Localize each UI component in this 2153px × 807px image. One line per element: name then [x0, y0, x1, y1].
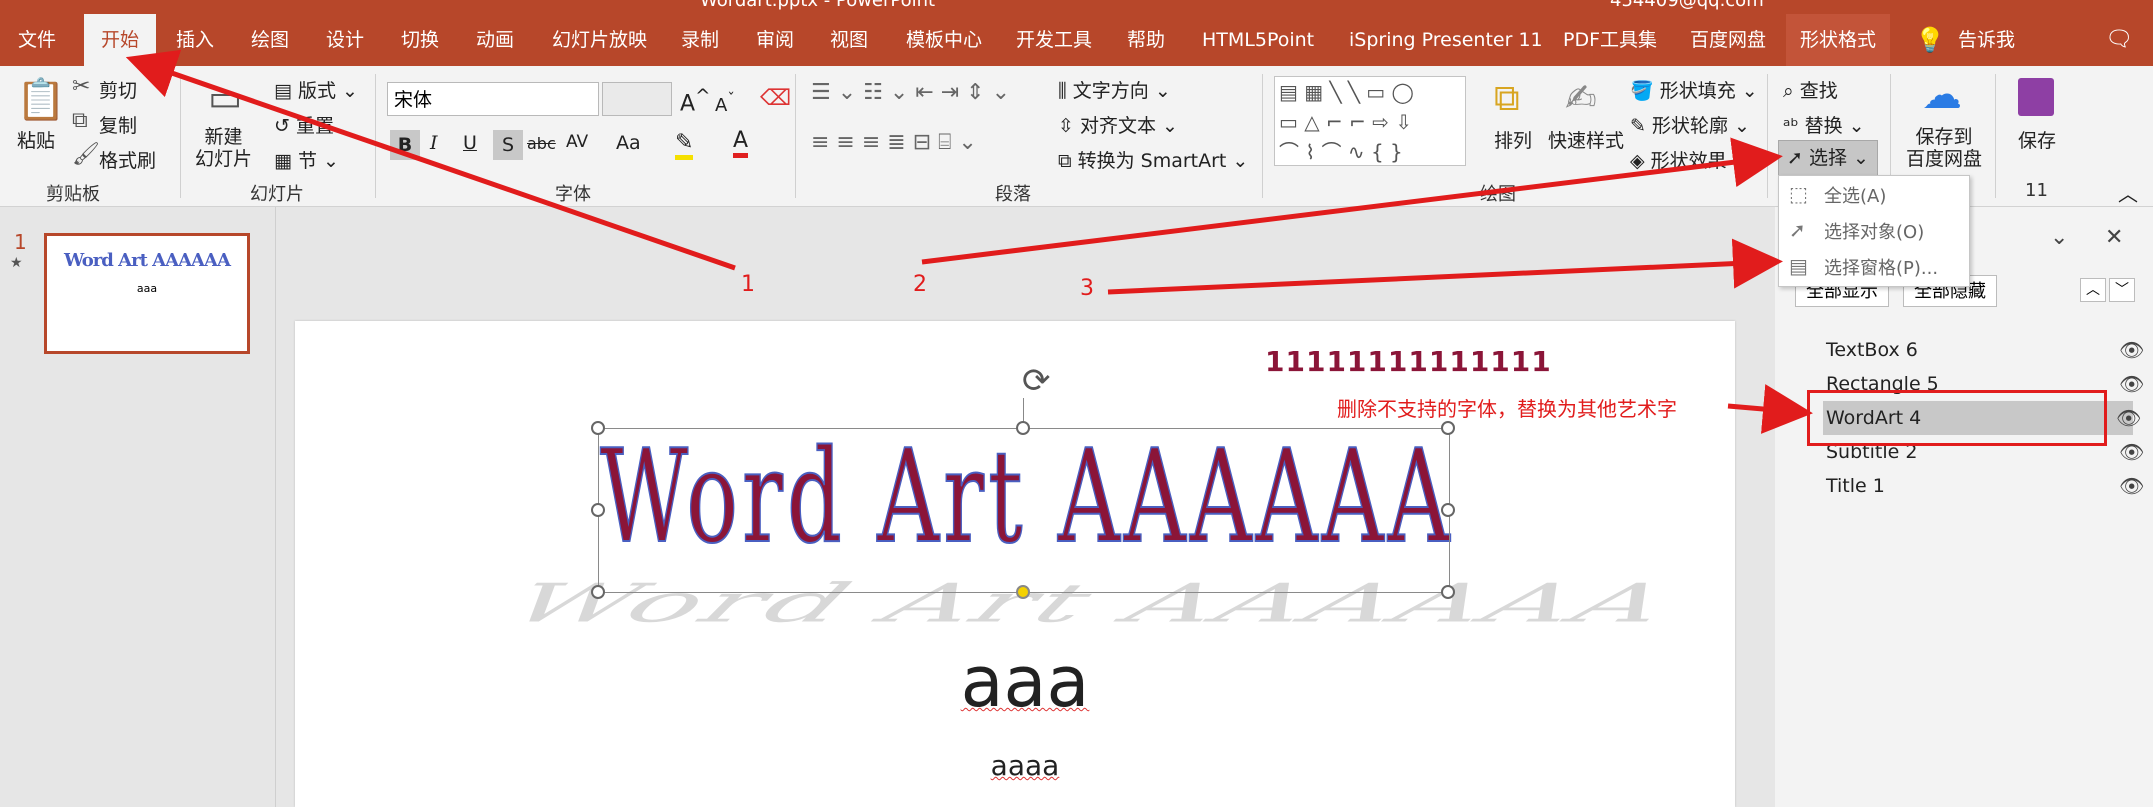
arrow-annotation: [1727, 384, 1813, 434]
arrow-2: [921, 137, 1783, 265]
annotation-text: 删除不支持的字体，替换为其他艺术字: [1337, 397, 1677, 421]
arrow-label-3: 3: [1080, 276, 1094, 301]
arrow-label-1: 1: [741, 272, 755, 297]
arrow-1: [125, 49, 736, 271]
annotation-arrows: [125, 49, 1813, 434]
arrow-3: [1107, 238, 1783, 295]
arrow-label-2: 2: [913, 272, 927, 297]
